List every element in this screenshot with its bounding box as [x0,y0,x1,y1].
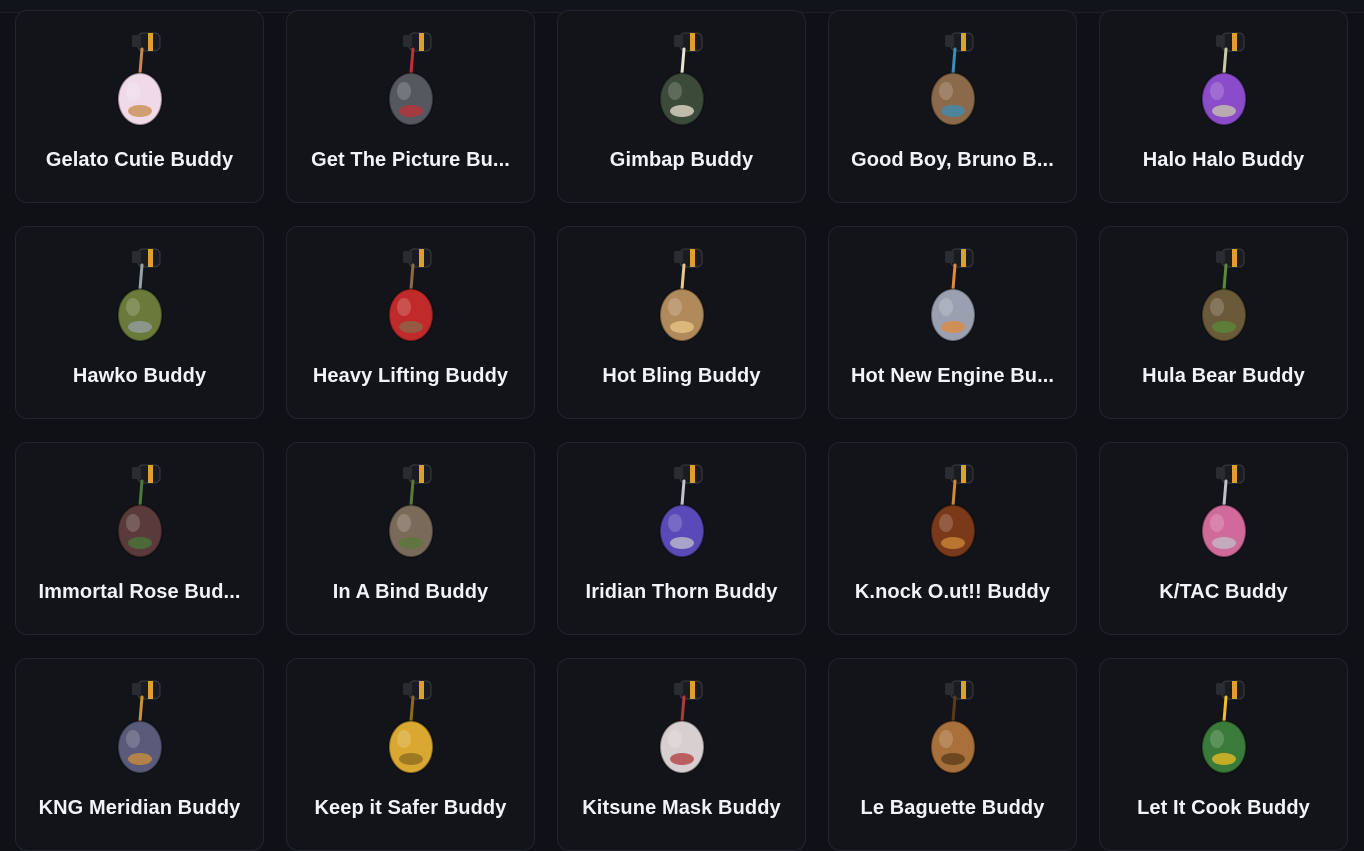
buddy-card[interactable]: Hula Bear Buddy [1099,226,1348,419]
hula-bear-charm-icon [1174,245,1274,349]
buddy-card[interactable]: Iridian Thorn Buddy [557,442,806,635]
ship-charm-icon [90,677,190,781]
buddy-name: Keep it Safer Buddy [314,797,507,819]
buddy-card[interactable]: In A Bind Buddy [286,442,535,635]
crystal-shard-charm-icon [1174,461,1274,565]
camera-charm-icon [361,29,461,133]
buddy-name: Hot New Engine Bu... [850,365,1055,387]
buddy-name: Immortal Rose Bud... [38,581,241,603]
padlock-charm-icon [361,677,461,781]
buddy-card[interactable]: Keep it Safer Buddy [286,658,535,851]
buddy-card[interactable]: Hawko Buddy [15,226,264,419]
buddy-name: Good Boy, Bruno B... [851,149,1054,171]
buddy-card[interactable]: Heavy Lifting Buddy [286,226,535,419]
buddy-name: Iridian Thorn Buddy [585,581,778,603]
buddy-name: Let It Cook Buddy [1137,797,1310,819]
floating-island-charm-icon [361,461,461,565]
buddy-name: Heavy Lifting Buddy [312,365,509,387]
buddy-card[interactable]: K/TAC Buddy [1099,442,1348,635]
buddy-card[interactable]: Let It Cook Buddy [1099,658,1348,851]
buddy-card[interactable]: Gimbap Buddy [557,10,806,203]
buddy-name: Le Baguette Buddy [860,797,1045,819]
gimbap-roll-charm-icon [632,29,732,133]
rocket-charm-icon [903,245,1003,349]
buddy-card[interactable]: Hot Bling Buddy [557,226,806,419]
buddy-name: Kitsune Mask Buddy [582,797,781,819]
buddy-card[interactable]: Hot New Engine Bu... [828,226,1077,419]
star-bling-charm-icon [632,245,732,349]
buddy-grid: Gelato Cutie Buddy Get The Picture Bu... G… [15,10,1348,851]
buddy-name: Gimbap Buddy [609,149,754,171]
buddy-name: K.nock O.ut!! Buddy [854,581,1051,603]
buddy-name: Gelato Cutie Buddy [45,149,234,171]
buddy-card[interactable]: KNG Meridian Buddy [15,658,264,851]
buddy-name: Halo Halo Buddy [1142,149,1305,171]
buddy-name: K/TAC Buddy [1159,581,1288,603]
buddy-card[interactable]: Immortal Rose Bud... [15,442,264,635]
buddy-name: Hawko Buddy [72,365,207,387]
halo-halo-dessert-charm-icon [1174,29,1274,133]
buddy-name: Get The Picture Bu... [311,149,510,171]
buddy-card[interactable]: Good Boy, Bruno B... [828,10,1077,203]
gelato-ice-cream-charm-icon [90,29,190,133]
dog-charm-icon [903,29,1003,133]
buddy-card[interactable]: Le Baguette Buddy [828,658,1077,851]
buddy-name: KNG Meridian Buddy [38,797,241,819]
buddy-name: In A Bind Buddy [332,581,489,603]
fox-mask-charm-icon [632,677,732,781]
buddy-name: Hot Bling Buddy [602,365,761,387]
kettlebell-charm-icon [361,245,461,349]
rose-jar-charm-icon [90,461,190,565]
buddy-card[interactable]: K.nock O.ut!! Buddy [828,442,1077,635]
buddy-card[interactable]: Gelato Cutie Buddy [15,10,264,203]
buddy-name: Hula Bear Buddy [1142,365,1305,387]
buddy-card[interactable]: Get The Picture Bu... [286,10,535,203]
buddy-card[interactable]: Halo Halo Buddy [1099,10,1348,203]
thorn-crescent-charm-icon [632,461,732,565]
baguette-charm-icon [903,677,1003,781]
hawk-ring-charm-icon [90,245,190,349]
buddy-card[interactable]: Kitsune Mask Buddy [557,658,806,851]
boombox-charm-icon [903,461,1003,565]
lantern-fire-charm-icon [1174,677,1274,781]
